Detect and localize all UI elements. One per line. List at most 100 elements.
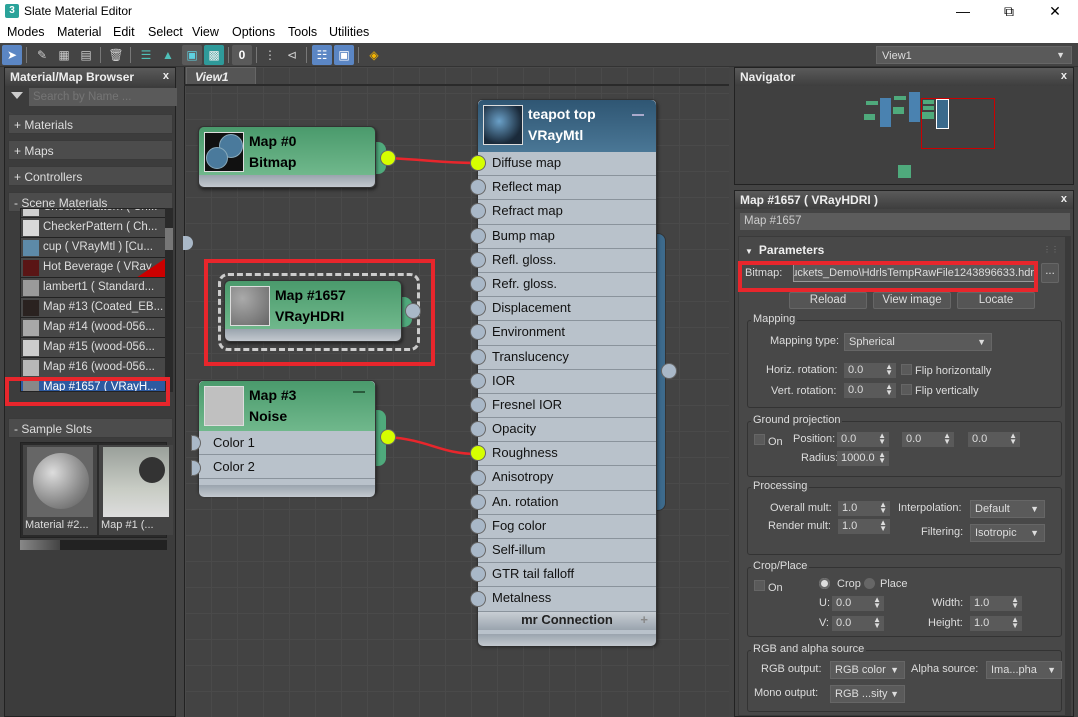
close-button[interactable]: ✕	[1032, 0, 1078, 23]
spinner-arrows-icon[interactable]: ▲ ▼	[885, 383, 893, 397]
group-materials[interactable]: + Materials	[8, 114, 173, 134]
input-socket[interactable]	[470, 590, 486, 607]
node-vrayhdri[interactable]: Map #1657 VRayHDRI	[224, 280, 402, 342]
group-sample-slots[interactable]: - Sample Slots	[8, 418, 173, 438]
slot-environment[interactable]: Environment	[478, 321, 656, 346]
spinner-arrows-icon[interactable]: ▲ ▼	[878, 451, 886, 465]
select-by-material-icon[interactable]: ◈	[364, 45, 384, 65]
u-spinner[interactable]: 0.0 ▲ ▼	[832, 596, 884, 611]
position-y-spinner[interactable]: 0.0 ▲ ▼	[902, 432, 954, 447]
group-maps[interactable]: + Maps	[8, 140, 173, 160]
slot-opacity[interactable]: Opacity	[478, 418, 656, 443]
render-mult-spinner[interactable]: 1.0 ▲ ▼	[838, 519, 890, 534]
group-controllers[interactable]: + Controllers	[8, 166, 173, 186]
minimize-button[interactable]: —	[940, 0, 986, 23]
ground-on-checkbox[interactable]	[754, 434, 765, 445]
input-socket[interactable]	[470, 469, 486, 486]
slot-refr-gloss[interactable]: Refr. gloss.	[478, 272, 656, 298]
output-socket[interactable]	[661, 363, 677, 379]
delete-icon[interactable]: 🗑	[106, 45, 126, 65]
mono-output-dropdown[interactable]: RGB ...sity ▼	[830, 685, 905, 703]
options-triangle-icon[interactable]	[11, 92, 23, 99]
layout-children-icon[interactable]: ⊲	[282, 45, 302, 65]
vert-rotation-spinner[interactable]: 0.0 ▲ ▼	[844, 383, 896, 398]
slot-translucency[interactable]: Translucency	[478, 345, 656, 370]
material-map-browser-toggle-icon[interactable]: ☷	[312, 45, 332, 65]
spinner-arrows-icon[interactable]: ▲ ▼	[879, 519, 887, 533]
scene-list-item[interactable]: Hot Beverage ( VRay...	[21, 258, 166, 278]
scrollbar-thumb[interactable]	[165, 228, 173, 250]
flip-horizontally-checkbox[interactable]	[901, 364, 912, 375]
spinner-arrows-icon[interactable]: ▲ ▼	[1011, 596, 1019, 610]
scene-list-item[interactable]: Map #14 (wood-056...	[21, 318, 166, 338]
slot-color-1[interactable]: Color 1	[199, 431, 375, 455]
menu-options[interactable]: Options	[232, 25, 275, 39]
spinner-arrows-icon[interactable]: ▲ ▼	[885, 363, 893, 377]
slot-an-rotation[interactable]: An. rotation	[478, 490, 656, 515]
scene-list-item[interactable]: cup ( VRayMtl ) [Cu...	[21, 238, 166, 258]
place-radio[interactable]	[864, 578, 875, 589]
slot-fog-color[interactable]: Fog color	[478, 514, 656, 539]
node-vraymtl[interactable]: teapot top VRayMtl Diffuse map Reflect ma…	[477, 99, 657, 646]
spinner-arrows-icon[interactable]: ▲ ▼	[1011, 616, 1019, 630]
menu-edit[interactable]: Edit	[113, 25, 135, 39]
menu-select[interactable]: Select	[148, 25, 183, 39]
input-socket[interactable]	[470, 155, 486, 171]
params-scrollbar[interactable]	[1065, 236, 1071, 716]
hide-unused-slots-icon[interactable]: ▲	[158, 45, 178, 65]
collapse-icon[interactable]	[632, 114, 644, 116]
drag-handle-icon[interactable]: ⋮⋮	[1043, 245, 1059, 254]
slot-refl-gloss[interactable]: Refl. gloss.	[478, 248, 656, 273]
scene-list-scrollbar[interactable]	[165, 208, 173, 392]
node-bitmap[interactable]: Map #0 Bitmap	[198, 126, 376, 188]
rgb-output-dropdown[interactable]: RGB color ▼	[830, 661, 905, 679]
node-noise[interactable]: Map #3 Noise Color 1 Color 2	[198, 380, 376, 497]
tab-view1[interactable]: View1	[186, 67, 256, 85]
show-shaded-map-icon[interactable]: ▣	[182, 45, 202, 65]
horiz-rotation-spinner[interactable]: 0.0 ▲ ▼	[844, 363, 896, 378]
plus-icon[interactable]: +	[640, 612, 648, 627]
navigator-map[interactable]	[735, 88, 1073, 184]
crop-on-checkbox[interactable]	[754, 580, 765, 591]
spinner-arrows-icon[interactable]: ▲ ▼	[1009, 432, 1017, 446]
output-socket[interactable]	[380, 429, 396, 445]
radius-spinner[interactable]: 1000.0 ▲ ▼	[837, 451, 889, 466]
sample-slot[interactable]: Material #2...	[23, 445, 97, 535]
browse-button[interactable]: ...	[1041, 263, 1059, 283]
slot-color-2[interactable]: Color 2	[199, 455, 375, 479]
close-icon[interactable]: x	[163, 70, 169, 82]
output-socket[interactable]	[405, 303, 421, 319]
eyedropper-icon[interactable]: ✎	[32, 45, 52, 65]
scene-list-item[interactable]: Map #13 (Coated_EB...	[21, 298, 166, 318]
crop-radio[interactable]	[819, 578, 830, 589]
slots-scrollbar[interactable]	[20, 540, 167, 550]
spinner-arrows-icon[interactable]: ▲ ▼	[943, 432, 951, 446]
scene-list-item[interactable]: lambert1 ( Standard...	[21, 278, 166, 298]
v-spinner[interactable]: 0.0 ▲ ▼	[832, 616, 884, 631]
menu-material[interactable]: Material	[57, 25, 101, 39]
position-z-spinner[interactable]: 0.0 ▲ ▼	[968, 432, 1020, 447]
material-id-icon[interactable]: 0	[232, 45, 252, 65]
input-socket[interactable]	[470, 493, 486, 510]
width-spinner[interactable]: 1.0 ▲ ▼	[970, 596, 1022, 611]
spinner-arrows-icon[interactable]: ▲ ▼	[873, 596, 881, 610]
menu-modes[interactable]: Modes	[7, 25, 45, 39]
parameter-editor-toggle-icon[interactable]: ▣	[334, 45, 354, 65]
show-background-icon[interactable]: ▩	[204, 45, 224, 65]
layout-all-icon[interactable]: ⋮	[260, 45, 280, 65]
put-to-scene-icon[interactable]: ▦	[54, 45, 74, 65]
input-socket[interactable]	[470, 276, 486, 292]
input-socket[interactable]	[470, 251, 486, 268]
input-socket[interactable]	[470, 348, 486, 365]
slot-self-illum[interactable]: Self-illum	[478, 539, 656, 564]
spinner-arrows-icon[interactable]: ▲ ▼	[878, 432, 886, 446]
slot-diffuse-map[interactable]: Diffuse map	[478, 152, 656, 177]
height-spinner[interactable]: 1.0 ▲ ▼	[970, 616, 1022, 631]
select-arrow-icon[interactable]: ➤	[2, 45, 22, 65]
slot-displacement[interactable]: Displacement	[478, 297, 656, 322]
close-icon[interactable]: x	[1061, 193, 1067, 205]
locate-button[interactable]: Locate	[957, 292, 1035, 309]
input-socket[interactable]	[470, 372, 486, 389]
menu-view[interactable]: View	[192, 25, 219, 39]
menu-tools[interactable]: Tools	[288, 25, 317, 39]
